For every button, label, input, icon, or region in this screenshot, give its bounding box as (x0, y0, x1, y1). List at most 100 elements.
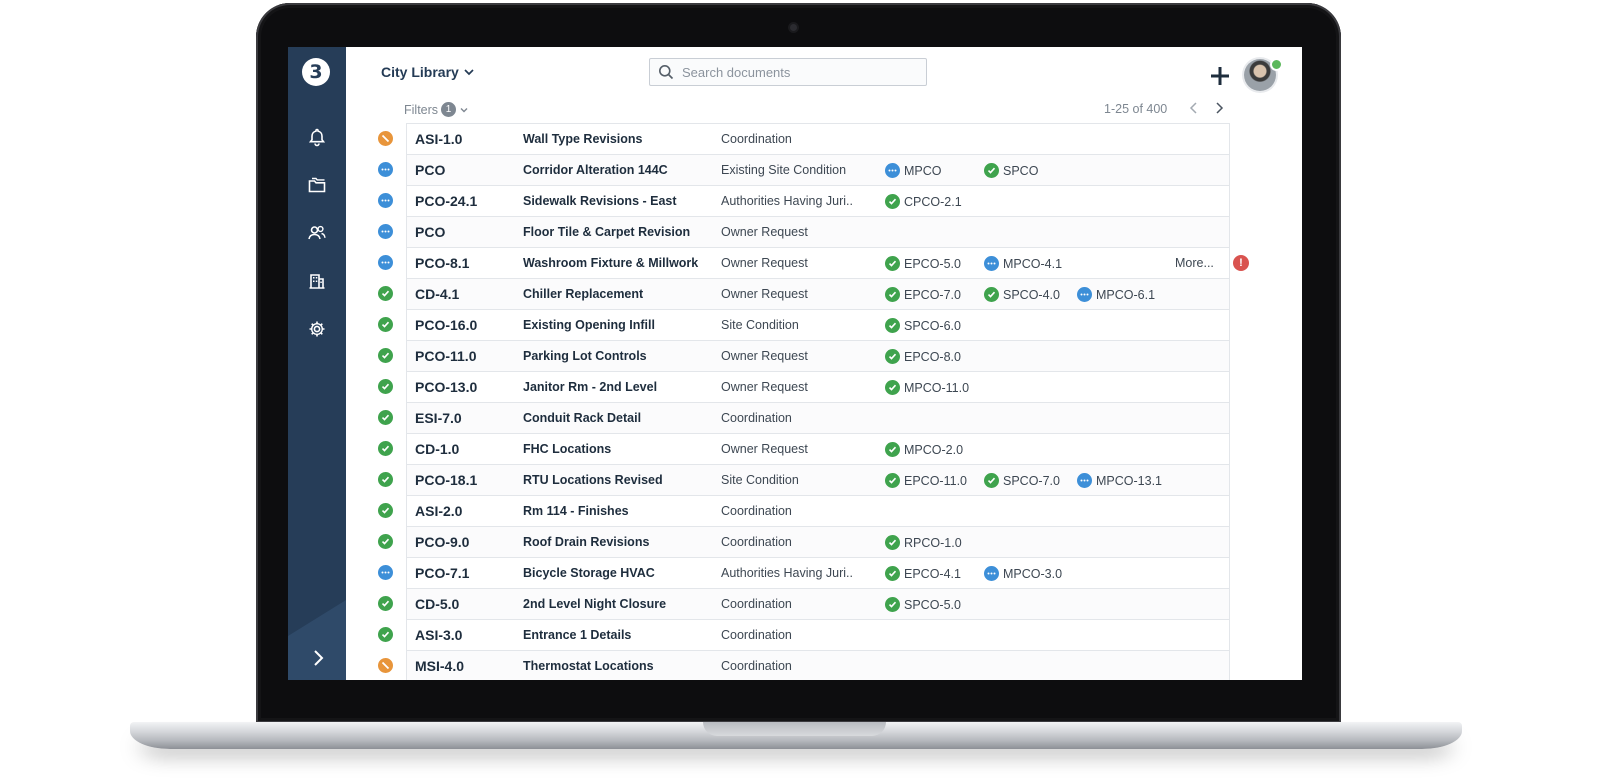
linked-document-tag[interactable]: MPCO-11.0 (885, 380, 969, 395)
add-button[interactable] (1208, 64, 1232, 88)
linked-document-label: RPCO-1.0 (904, 535, 962, 550)
document-id[interactable]: CD-5.0 (415, 596, 459, 612)
document-id[interactable]: CD-1.0 (415, 441, 459, 457)
linked-document-tag[interactable]: SPCO-7.0 (984, 473, 1060, 488)
more-link[interactable]: More... (1175, 256, 1214, 270)
document-title[interactable]: Janitor Rm - 2nd Level (523, 380, 657, 394)
document-id[interactable]: PCO-9.0 (415, 534, 469, 550)
table-row[interactable]: PCO-13.0 Janitor Rm - 2nd Level Owner Requ… (378, 372, 1229, 403)
table-row[interactable]: ASI-1.0 Wall Type Revisions Coordination (378, 124, 1229, 155)
approved-status-icon (885, 287, 900, 302)
chevron-right-icon[interactable] (307, 647, 329, 669)
table-row[interactable]: ESI-7.0 Conduit Rack Detail Coordination (378, 403, 1229, 434)
linked-document-tag[interactable]: SPCO (984, 163, 1038, 178)
document-title[interactable]: Floor Tile & Carpet Revision (523, 225, 690, 239)
gear-icon[interactable] (305, 317, 329, 341)
approved-status-icon (885, 349, 900, 364)
document-id[interactable]: PCO (415, 224, 445, 240)
linked-document-tag[interactable]: EPCO-5.0 (885, 256, 961, 271)
document-id[interactable]: PCO-11.0 (415, 348, 476, 364)
document-id[interactable]: PCO-18.1 (415, 472, 477, 488)
document-id[interactable]: ASI-1.0 (415, 131, 462, 147)
table-row[interactable]: PCO-24.1 Sidewalk Revisions - East Authori… (378, 186, 1229, 217)
linked-document-tag[interactable]: CPCO-2.1 (885, 194, 962, 209)
search-icon (659, 65, 674, 80)
document-id[interactable]: PCO-13.0 (415, 379, 477, 395)
linked-document-tag[interactable]: SPCO-6.0 (885, 318, 961, 333)
linked-document-tag[interactable]: EPCO-4.1 (885, 566, 961, 581)
document-title[interactable]: FHC Locations (523, 442, 611, 456)
alert-icon[interactable]: ! (1233, 255, 1249, 271)
search-box[interactable] (649, 58, 927, 86)
document-title[interactable]: 2nd Level Night Closure (523, 597, 666, 611)
table-row[interactable]: PCO-8.1 Washroom Fixture & Millwork Owner … (378, 248, 1249, 279)
table-row[interactable]: PCO-11.0 Parking Lot Controls Owner Reques… (378, 341, 1229, 372)
approved-status-icon (984, 287, 999, 302)
document-title[interactable]: Parking Lot Controls (523, 349, 647, 363)
document-title[interactable]: Entrance 1 Details (523, 628, 631, 642)
app-logo[interactable]: 3 (302, 58, 330, 86)
linked-document-tag[interactable]: SPCO-5.0 (885, 597, 961, 612)
table-row[interactable]: PCO Corridor Alteration 144C Existing Site… (378, 155, 1229, 186)
table-row[interactable]: PCO-7.1 Bicycle Storage HVAC Authorities H… (378, 558, 1229, 589)
linked-document-tag[interactable]: MPCO-3.0 (984, 566, 1062, 581)
document-id[interactable]: ASI-3.0 (415, 627, 462, 643)
users-icon[interactable] (305, 221, 329, 245)
linked-document-tag[interactable]: EPCO-8.0 (885, 349, 961, 364)
table-row[interactable]: CD-1.0 FHC Locations Owner Request MPCO-2.0 (378, 434, 1229, 465)
document-id[interactable]: PCO-7.1 (415, 565, 469, 581)
linked-document-tag[interactable]: EPCO-7.0 (885, 287, 961, 302)
document-title[interactable]: RTU Locations Revised (523, 473, 663, 487)
approved-status-icon (378, 503, 393, 518)
document-title[interactable]: Roof Drain Revisions (523, 535, 649, 549)
document-title[interactable]: Corridor Alteration 144C (523, 163, 668, 177)
document-id[interactable]: ESI-7.0 (415, 410, 462, 426)
table-row[interactable]: CD-4.1 Chiller Replacement Owner Request EP… (378, 279, 1229, 310)
filters-button[interactable]: Filters 1 (404, 102, 469, 117)
table-row[interactable]: PCO Floor Tile & Carpet Revision Owner Req… (378, 217, 1229, 248)
linked-document-tag[interactable]: MPCO-6.1 (1077, 287, 1155, 302)
linked-document-tag[interactable]: MPCO (885, 163, 942, 178)
document-id[interactable]: CD-4.1 (415, 286, 459, 302)
document-title[interactable]: Thermostat Locations (523, 659, 654, 673)
linked-document-tag[interactable]: MPCO-13.1 (1077, 473, 1162, 488)
bell-icon[interactable] (305, 125, 329, 149)
document-id[interactable]: PCO (415, 162, 445, 178)
document-title[interactable]: Chiller Replacement (523, 287, 643, 301)
document-id[interactable]: ASI-2.0 (415, 503, 462, 519)
folder-icon[interactable] (305, 173, 329, 197)
document-title[interactable]: Rm 114 - Finishes (523, 504, 629, 518)
linked-document-tag[interactable]: RPCO-1.0 (885, 535, 962, 550)
document-id[interactable]: PCO-24.1 (415, 193, 477, 209)
table-row[interactable]: CD-5.0 2nd Level Night Closure Coordinatio… (378, 589, 1229, 620)
table-row[interactable]: PCO-16.0 Existing Opening Infill Site Cond… (378, 310, 1229, 341)
search-input[interactable] (680, 63, 914, 81)
linked-document-tag[interactable]: MPCO-2.0 (885, 442, 963, 457)
document-type: Owner Request (721, 380, 808, 394)
chevron-left-icon[interactable] (1186, 99, 1202, 117)
workspace-selector[interactable]: City Library (381, 64, 475, 80)
linked-document-tag[interactable]: SPCO-4.0 (984, 287, 1060, 302)
sidebar: 3 (288, 47, 346, 680)
document-title[interactable]: Bicycle Storage HVAC (523, 566, 655, 580)
table-row[interactable]: ASI-2.0 Rm 114 - Finishes Coordination (378, 496, 1229, 527)
table-row[interactable]: PCO-9.0 Roof Drain Revisions Coordination R… (378, 527, 1229, 558)
document-title[interactable]: Wall Type Revisions (523, 132, 642, 146)
linked-document-label: MPCO-2.0 (904, 442, 964, 457)
linked-document-tag[interactable]: MPCO-4.1 (984, 256, 1062, 271)
document-title[interactable]: Sidewalk Revisions - East (523, 194, 677, 208)
document-title[interactable]: Washroom Fixture & Millwork (523, 256, 698, 270)
table-row[interactable]: ASI-3.0 Entrance 1 Details Coordination (378, 620, 1229, 651)
linked-document-label: EPCO-5.0 (904, 256, 961, 271)
document-id[interactable]: PCO-8.1 (415, 255, 469, 271)
linked-document-label: SPCO-6.0 (904, 318, 961, 333)
table-row[interactable]: PCO-18.1 RTU Locations Revised Site Condit… (378, 465, 1229, 496)
document-id[interactable]: PCO-16.0 (415, 317, 477, 333)
document-title[interactable]: Conduit Rack Detail (523, 411, 641, 425)
document-title[interactable]: Existing Opening Infill (523, 318, 655, 332)
document-id[interactable]: MSI-4.0 (415, 658, 464, 674)
chevron-right-icon[interactable] (1211, 99, 1227, 117)
table-row[interactable]: MSI-4.0 Thermostat Locations Coordination (378, 651, 1229, 680)
linked-document-tag[interactable]: EPCO-11.0 (885, 473, 967, 488)
building-icon[interactable] (305, 269, 329, 293)
